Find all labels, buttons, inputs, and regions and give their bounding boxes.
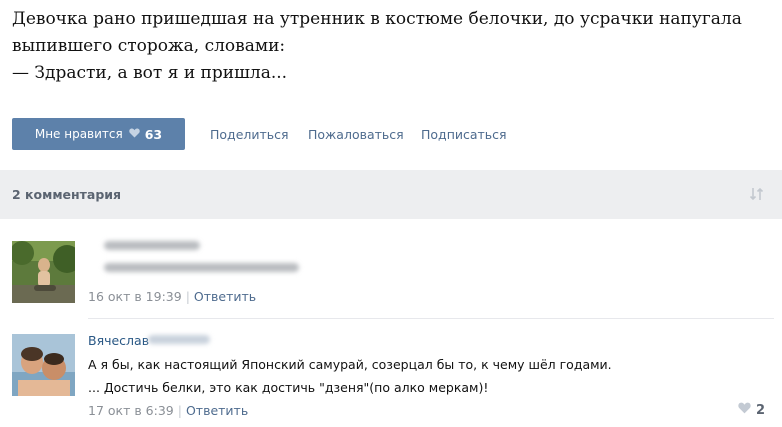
post-line: выпившего сторожа, словами: [12,36,286,56]
blurred-author-surname [148,335,210,344]
like-label: Мне нравится [34,127,123,141]
heart-icon [129,127,140,141]
comment-author[interactable]: Вячеслав [88,333,149,348]
blurred-author-name [104,241,200,250]
reply-link[interactable]: Ответить [194,289,256,304]
post-text: Девочка рано пришедшая на утренник в кос… [12,6,782,87]
post-line: — Здрасти, а вот я и пришла... [12,63,288,83]
comment-text-line: А я бы, как настоящий Японский самурай, … [88,357,612,372]
comment-date[interactable]: 16 окт в 19:39 [88,289,182,304]
report-link[interactable]: Пожаловаться [308,127,404,142]
comment-meta: 17 окт в 6:39 | Ответить [88,403,249,418]
blurred-comment-text [104,263,299,272]
divider [88,318,774,319]
comment-text-line: ... Достичь белки, это как достичь "дзен… [88,380,489,395]
subscribe-link[interactable]: Подписаться [421,127,507,142]
comment-date[interactable]: 17 окт в 6:39 [88,403,174,418]
sort-arrows-icon[interactable] [748,185,766,203]
heart-icon [738,402,751,418]
reply-link[interactable]: Ответить [186,403,248,418]
avatar[interactable] [12,241,75,303]
share-link[interactable]: Поделиться [210,127,289,142]
like-button[interactable]: Мне нравится 63 [12,118,185,150]
comment-meta: 16 окт в 19:39 | Ответить [88,289,257,304]
comment-like-button[interactable]: 2 [738,402,765,418]
comment-like-count: 2 [756,402,766,418]
like-count: 63 [144,126,163,142]
comments-count: 2 комментария [12,187,122,202]
avatar[interactable] [12,334,75,396]
post-line: Девочка рано пришедшая на утренник в кос… [12,9,742,29]
comments-header: 2 комментария [0,170,782,219]
